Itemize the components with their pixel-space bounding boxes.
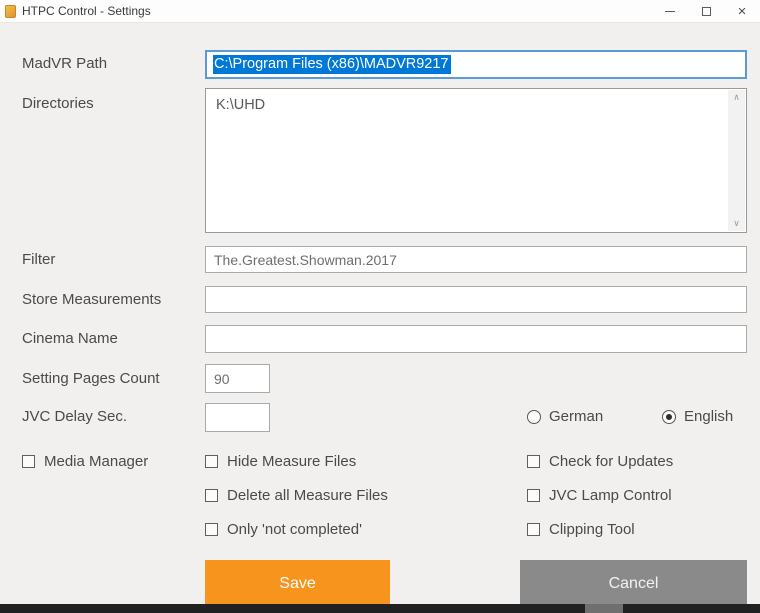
checkbox-clipping-tool[interactable]: Clipping Tool [527, 521, 635, 538]
checkbox-delete-all-measure-files[interactable]: Delete all Measure Files [205, 487, 388, 504]
scroll-down-icon[interactable]: ∨ [733, 219, 740, 228]
checkbox-only-not-completed[interactable]: Only 'not completed' [205, 521, 362, 538]
window-controls: × [652, 0, 760, 23]
title-bar: HTPC Control - Settings × [0, 0, 760, 23]
taskbar-strip [0, 604, 760, 613]
checkbox-check-for-updates[interactable]: Check for Updates [527, 453, 673, 470]
directories-value: K:\UHD [216, 97, 266, 113]
scroll-up-icon[interactable]: ∧ [733, 93, 740, 102]
checkbox-jvc-lamp-control-box [527, 489, 540, 502]
radio-english-label: English [684, 408, 734, 425]
checkbox-media-manager-box [22, 455, 35, 468]
filter-label: Filter [22, 251, 56, 268]
setting-pages-count-label: Setting Pages Count [22, 370, 160, 387]
directories-input[interactable]: K:\UHD ∧ ∨ [205, 88, 747, 233]
vertical-scrollbar[interactable]: ∧ ∨ [728, 90, 745, 231]
madvr-path-value: C:\Program Files (x86)\MADVR9217 [213, 55, 451, 74]
checkbox-only-not-completed-label: Only 'not completed' [227, 521, 362, 538]
checkbox-jvc-lamp-control-label: JVC Lamp Control [549, 487, 672, 504]
filter-value: The.Greatest.Showman.2017 [214, 251, 397, 268]
close-button[interactable]: × [724, 0, 760, 23]
checkbox-hide-measure-files-box [205, 455, 218, 468]
maximize-icon [701, 7, 711, 16]
jvc-delay-sec-label: JVC Delay Sec. [22, 408, 128, 425]
checkbox-jvc-lamp-control[interactable]: JVC Lamp Control [527, 487, 672, 504]
app-icon [5, 4, 16, 18]
radio-english-circle [662, 409, 676, 424]
checkbox-clipping-tool-box [527, 523, 540, 536]
checkbox-hide-measure-files[interactable]: Hide Measure Files [205, 453, 356, 470]
store-measurements-input[interactable] [205, 286, 747, 313]
directories-label: Directories [22, 95, 94, 112]
madvr-path-input[interactable]: C:\Program Files (x86)\MADVR9217 [205, 50, 747, 79]
radio-german-label: German [549, 408, 604, 425]
checkbox-only-not-completed-box [205, 523, 218, 536]
minimize-icon [665, 11, 675, 12]
checkbox-hide-measure-files-label: Hide Measure Files [227, 453, 357, 470]
checkbox-delete-all-measure-files-box [205, 489, 218, 502]
minimize-button[interactable] [652, 0, 688, 23]
cancel-button[interactable]: Cancel [520, 560, 747, 607]
taskbar-notch [585, 604, 623, 613]
radio-german[interactable]: German [527, 408, 603, 425]
setting-pages-count-input[interactable]: 90 [205, 364, 270, 393]
cinema-name-input[interactable] [205, 325, 747, 353]
checkbox-media-manager-label: Media Manager [44, 453, 149, 470]
checkbox-media-manager[interactable]: Media Manager [22, 453, 148, 470]
save-button[interactable]: Save [205, 560, 390, 607]
maximize-button[interactable] [688, 0, 724, 23]
cinema-name-label: Cinema Name [22, 330, 118, 347]
checkbox-check-for-updates-label: Check for Updates [549, 453, 674, 470]
settings-window: HTPC Control - Settings × MadVR Path C:\… [0, 0, 760, 613]
checkbox-delete-all-measure-files-label: Delete all Measure Files [227, 487, 388, 504]
jvc-delay-sec-input[interactable] [205, 403, 270, 432]
checkbox-check-for-updates-box [527, 455, 540, 468]
checkbox-clipping-tool-label: Clipping Tool [549, 521, 635, 538]
store-measurements-label: Store Measurements [22, 291, 162, 308]
radio-german-circle [527, 409, 541, 424]
window-title: HTPC Control - Settings [22, 4, 151, 18]
radio-english-dot [666, 413, 672, 420]
radio-english[interactable]: English [662, 408, 733, 425]
filter-input[interactable]: The.Greatest.Showman.2017 [205, 246, 747, 273]
madvr-path-label: MadVR Path [22, 55, 108, 72]
setting-pages-count-value: 90 [214, 370, 230, 387]
close-icon: × [737, 3, 747, 20]
